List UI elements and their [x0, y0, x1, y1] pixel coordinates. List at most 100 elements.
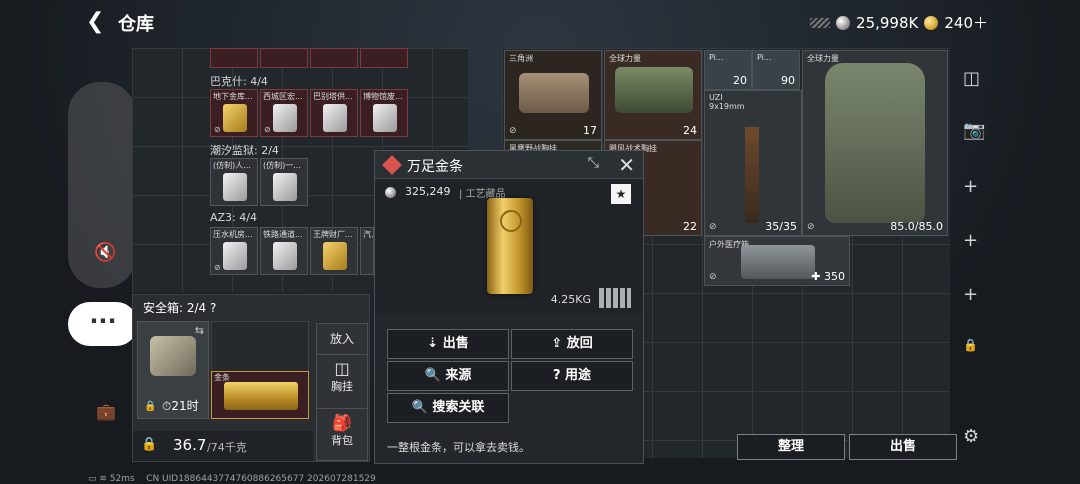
timer-label: ⏱21时: [162, 399, 199, 413]
keycard-icon: [273, 173, 297, 201]
put-in-title: 放入: [329, 332, 354, 346]
help-icon[interactable]: ?: [210, 301, 216, 315]
item-cell[interactable]: 全球力量 ⊘ 85.0/85.0: [802, 50, 948, 236]
grid-size-icon: [599, 288, 631, 308]
item-cell[interactable]: [260, 48, 308, 68]
item-cell[interactable]: 博物馆废...: [360, 89, 408, 137]
gold-bar-icon: [487, 198, 533, 294]
bag-icon: [519, 73, 589, 113]
back-arrow-icon[interactable]: ❮: [86, 9, 104, 34]
ping-label: 52ms: [109, 474, 135, 484]
stripes-icon: [810, 17, 831, 28]
item-cell[interactable]: Pi... 20: [704, 50, 752, 90]
status-bar: ▭ ≋ 52ms CN UID1886443774760886265677 20…: [88, 474, 376, 484]
lock-icon[interactable]: 🔒: [963, 338, 978, 352]
section-label: 巴克什: 4/4: [210, 75, 268, 88]
item-cell[interactable]: (仿制)一...: [260, 158, 308, 206]
no-sell-icon: ⊘: [709, 272, 717, 282]
item-cell[interactable]: 地下金库... ⊘: [210, 89, 258, 137]
armor-vest-icon: [825, 63, 925, 223]
item-cell[interactable]: [210, 48, 258, 68]
gold-amount[interactable]: 240＋: [944, 12, 988, 33]
return-button[interactable]: ⇪ 放回: [511, 329, 633, 359]
item-cell[interactable]: (仿制)人...: [210, 158, 258, 206]
popup-title: 万足金条: [407, 159, 463, 175]
item-description: 一整根金条，可以拿去卖钱。: [387, 441, 530, 454]
medical-kit-icon: [741, 245, 815, 279]
backpack-icon: 🎒: [332, 413, 352, 432]
no-sell-icon: ⊘: [214, 263, 221, 272]
source-button[interactable]: 🔍 来源: [387, 361, 509, 391]
keycard-icon: [373, 104, 397, 132]
item-cell[interactable]: 汽...: [360, 227, 374, 275]
mute-icon[interactable]: 🔇: [94, 242, 116, 263]
add-icon[interactable]: +: [963, 284, 978, 305]
page-title: 仓库: [118, 14, 154, 35]
gold-bar-icon: [224, 382, 298, 410]
silver-amount: 25,998K: [856, 13, 919, 32]
item-cell[interactable]: 西城区宏... ⊘: [260, 89, 308, 137]
lock-icon: 🔒: [144, 401, 157, 412]
keycard-icon: [323, 242, 347, 270]
gold-bar-item[interactable]: 金条: [211, 371, 309, 419]
no-sell-icon: ⊘: [214, 125, 221, 134]
keycard-icon: [323, 104, 347, 132]
add-icon[interactable]: +: [963, 176, 978, 197]
top-bar: ❮ 仓库 25,998K 240＋: [0, 0, 1080, 44]
item-cell[interactable]: [360, 48, 408, 68]
bag-icon: [615, 67, 693, 113]
section-label: AZ3: 4/4: [210, 211, 257, 224]
item-cell[interactable]: 王牌财厂...: [310, 227, 358, 275]
safe-box-title: 安全箱: 2/4 ?: [143, 301, 217, 315]
silver-coin-icon: [836, 15, 851, 30]
item-preview: 325,249 | 工艺藏品 ★ 4.25KG: [375, 180, 643, 314]
swap-icon[interactable]: ⇆: [195, 324, 204, 337]
camera-icon[interactable]: 📷: [963, 120, 985, 141]
settings-gear-icon[interactable]: ⚙: [963, 426, 979, 447]
item-price: 325,249: [405, 185, 451, 198]
item-cell[interactable]: 巴别塔供...: [310, 89, 358, 137]
put-in-panel: 放入 ◫ 胸挂 🎒 背包: [316, 323, 368, 461]
keycard-icon: [273, 242, 297, 270]
no-sell-icon: ⊘: [509, 126, 517, 136]
sell-button[interactable]: ⇣ 出售: [387, 329, 509, 359]
item-cell[interactable]: 户外医疗箱 ⊘ ✚ 350: [704, 236, 850, 286]
use-button[interactable]: ? 用途: [511, 361, 633, 391]
no-sell-icon: ⊘: [264, 125, 271, 134]
vest-slot-icon[interactable]: ◫: [963, 68, 980, 89]
organize-button[interactable]: 整理: [737, 434, 845, 460]
safe-box-item[interactable]: 🔒 ⏱21时 ⇆: [137, 321, 209, 419]
safe-box-icon: [150, 336, 196, 376]
briefcase-icon[interactable]: 💼: [96, 402, 116, 421]
item-weight: 4.25KG: [550, 293, 591, 306]
keycard-icon: [223, 173, 247, 201]
chest-rig-icon: ◫: [334, 359, 350, 378]
uid-label: CN UID1886443774760886265677 20260728152…: [146, 474, 376, 484]
sell-bottom-button[interactable]: 出售: [849, 434, 957, 460]
item-cell[interactable]: 全球力量 24: [604, 50, 702, 140]
more-button[interactable]: ···: [68, 302, 138, 346]
item-cell[interactable]: 三角洲 ⊘ 17: [504, 50, 602, 140]
currency-display: 25,998K 240＋: [810, 12, 988, 33]
close-icon[interactable]: ✕: [618, 153, 635, 177]
no-sell-icon: ⊘: [709, 222, 717, 232]
item-cell[interactable]: 压水机房... ⊘: [210, 227, 258, 275]
keycard-icon: [223, 242, 247, 270]
collapse-icon[interactable]: ⤡: [588, 155, 599, 171]
item-cell[interactable]: Pi... 90: [752, 50, 800, 90]
silver-coin-icon: [385, 187, 396, 198]
add-icon[interactable]: +: [963, 230, 978, 251]
floating-toolbar[interactable]: 🔇: [68, 82, 136, 288]
keycard-icon: [223, 104, 247, 132]
item-cell[interactable]: 铁路通道...: [260, 227, 308, 275]
favorite-star-icon[interactable]: ★: [611, 184, 631, 204]
wifi-icon: ▭ ≋: [88, 474, 107, 484]
chest-rig-button[interactable]: ◫ 胸挂: [317, 354, 367, 400]
search-related-button[interactable]: 🔍 搜索关联: [387, 393, 509, 423]
item-cell[interactable]: [310, 48, 358, 68]
weight-display: 🔒 36.7 /74千克: [133, 431, 313, 461]
no-sell-icon: ⊘: [807, 222, 815, 232]
backpack-button[interactable]: 🎒 背包: [317, 408, 367, 458]
item-cell[interactable]: UZI 9x19mm ⊘ 35/35: [704, 90, 802, 236]
rarity-diamond-icon: [382, 155, 402, 175]
